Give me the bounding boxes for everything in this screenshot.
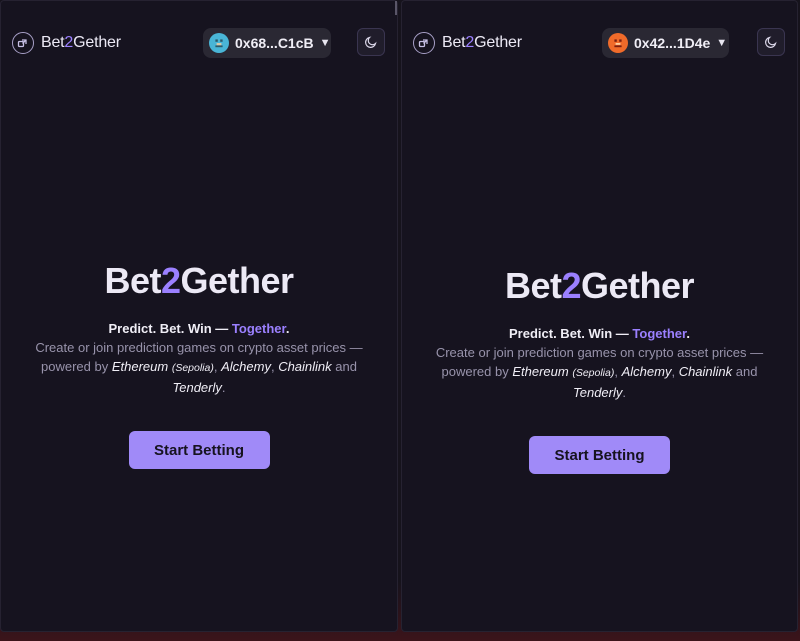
tagline: Predict. Bet. Win — Together. bbox=[108, 321, 290, 336]
wallet-avatar-icon bbox=[209, 33, 229, 53]
app-window-right: Bet2Gether 0x42...1D4e ▼ Bet2Gether Pred… bbox=[401, 0, 798, 632]
app-window-left: Bet2Gether 0x68...C1cB ▼ Bet2Gether Pred… bbox=[0, 0, 398, 632]
wallet-address: 0x68...C1cB bbox=[235, 35, 314, 51]
wallet-address: 0x42...1D4e bbox=[634, 35, 711, 51]
chevron-down-icon: ▼ bbox=[319, 37, 331, 49]
hero-section: Bet2Gether Predict. Bet. Win — Together.… bbox=[402, 264, 797, 474]
chevron-down-icon: ▼ bbox=[716, 37, 728, 49]
logo-icon[interactable] bbox=[413, 32, 435, 54]
start-betting-button[interactable]: Start Betting bbox=[128, 431, 270, 469]
start-betting-button[interactable]: Start Betting bbox=[529, 436, 670, 474]
header: Bet2Gether 0x68...C1cB ▼ bbox=[1, 27, 397, 59]
brand-name[interactable]: Bet2Gether bbox=[442, 34, 522, 52]
theme-toggle-button[interactable] bbox=[357, 28, 385, 56]
hero-section: Bet2Gether Predict. Bet. Win — Together.… bbox=[1, 259, 397, 469]
logo-icon[interactable] bbox=[12, 32, 34, 54]
divider bbox=[395, 1, 397, 15]
moon-icon bbox=[765, 36, 777, 48]
wallet-button[interactable]: 0x42...1D4e ▼ bbox=[602, 28, 729, 58]
moon-icon bbox=[365, 36, 377, 48]
tagline: Predict. Bet. Win — Together. bbox=[509, 326, 690, 341]
header: Bet2Gether 0x42...1D4e ▼ bbox=[402, 27, 797, 59]
brand-name[interactable]: Bet2Gether bbox=[41, 34, 121, 52]
wallet-button[interactable]: 0x68...C1cB ▼ bbox=[203, 28, 331, 58]
wallet-avatar-icon bbox=[608, 33, 628, 53]
hero-title: Bet2Gether bbox=[504, 265, 695, 306]
description: Create or join prediction games on crypt… bbox=[35, 340, 363, 395]
hero-title: Bet2Gether bbox=[104, 260, 294, 301]
description: Create or join prediction games on crypt… bbox=[435, 345, 764, 400]
theme-toggle-button[interactable] bbox=[757, 28, 785, 56]
